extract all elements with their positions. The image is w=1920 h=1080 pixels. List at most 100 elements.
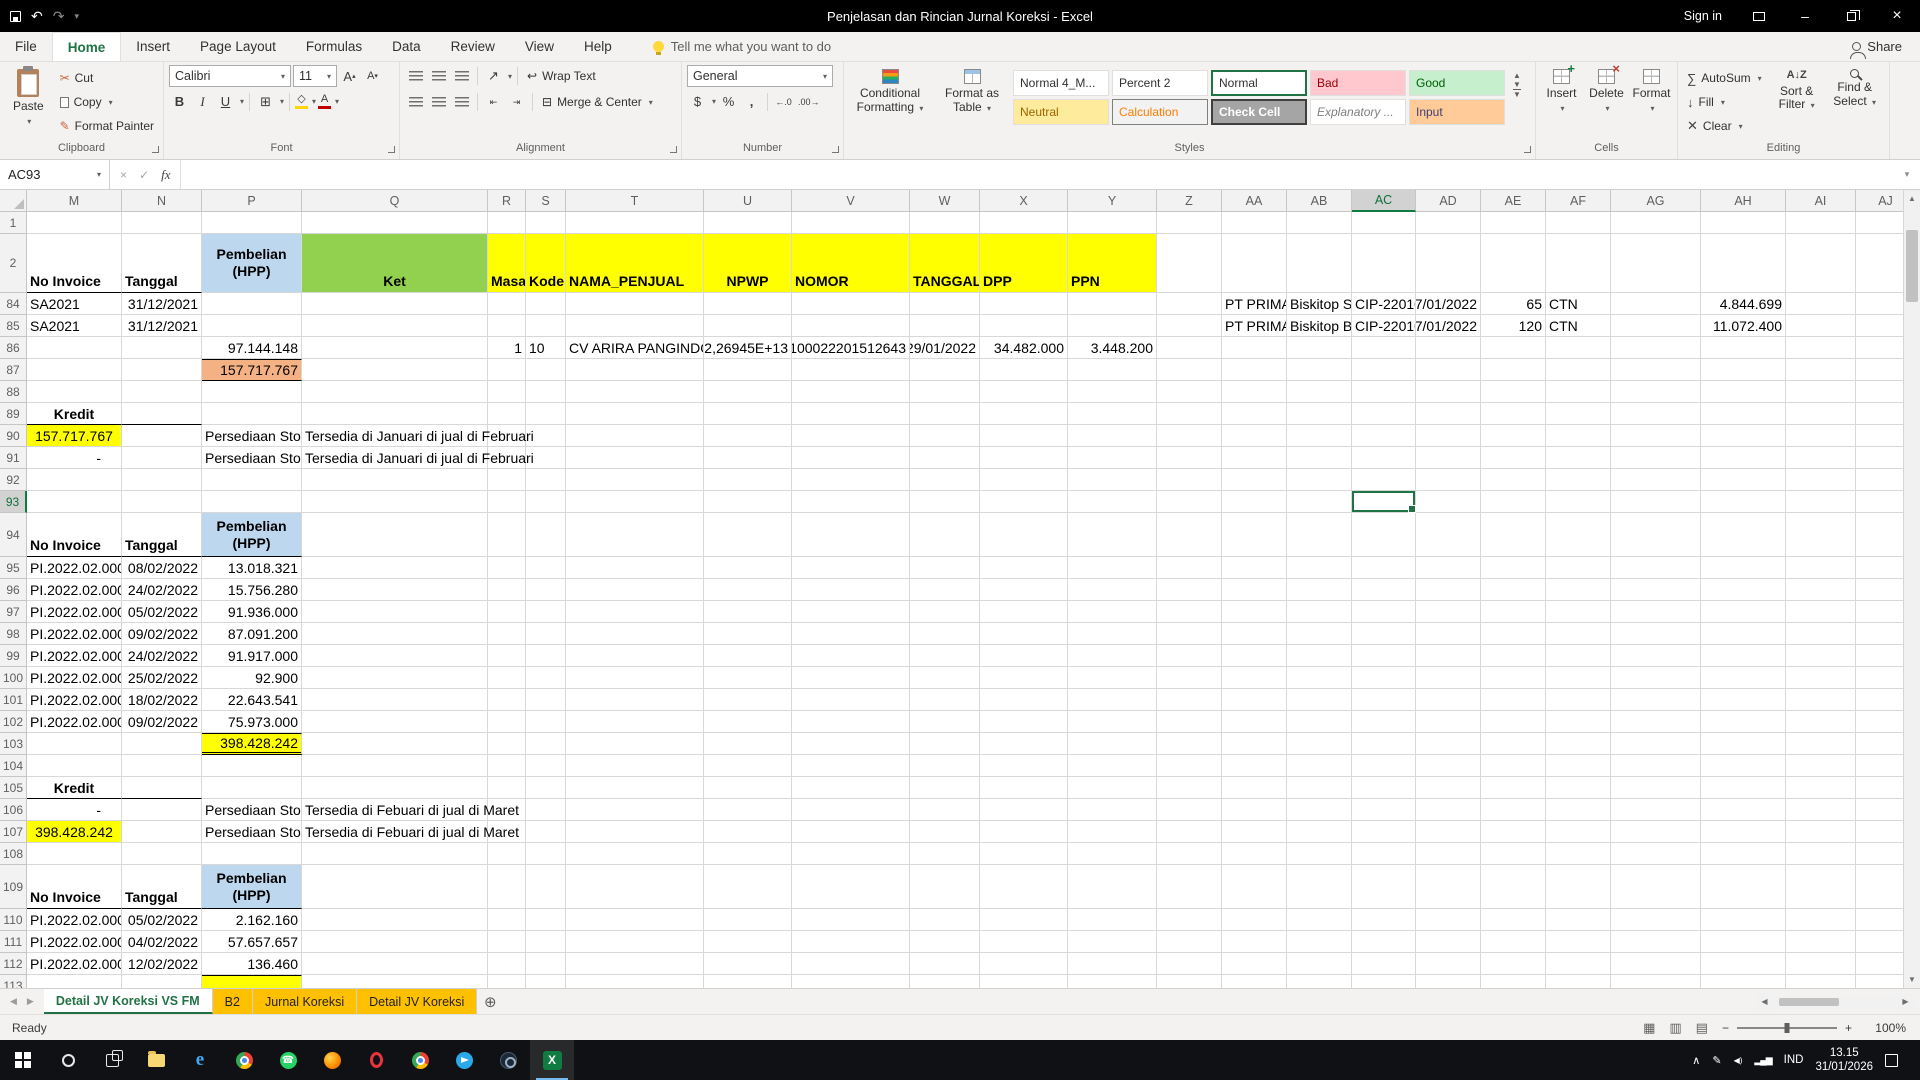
cell-AC105[interactable] (1352, 777, 1416, 799)
cell-AI96[interactable] (1786, 579, 1856, 601)
font-color-button[interactable]: A (318, 91, 331, 112)
cell-W84[interactable] (910, 293, 980, 315)
row-header-85[interactable]: 85 (0, 315, 27, 337)
row-header-98[interactable]: 98 (0, 623, 27, 645)
cell-AB85[interactable]: Biskitop Bu (1287, 315, 1352, 337)
cell-U86[interactable]: 2,26945E+13 (704, 337, 792, 359)
cell-X89[interactable] (980, 403, 1068, 425)
cell-R93[interactable] (488, 491, 526, 513)
cell-U101[interactable] (704, 689, 792, 711)
cell-S106[interactable] (526, 799, 566, 821)
horizontal-scrollbar-thumb[interactable] (1779, 998, 1839, 1006)
cell-AC103[interactable] (1352, 733, 1416, 755)
cell-AD110[interactable] (1416, 909, 1481, 931)
cell-AC106[interactable] (1352, 799, 1416, 821)
style-percent-2[interactable]: Percent 2 (1112, 70, 1208, 96)
cell-T85[interactable] (566, 315, 704, 337)
cell-P102[interactable]: 75.973.000 (202, 711, 302, 733)
cell-AJ105[interactable] (1856, 777, 1903, 799)
cell-AA87[interactable] (1222, 359, 1287, 381)
cell-N94[interactable]: Tanggal (122, 513, 202, 557)
cell-AG109[interactable] (1611, 865, 1701, 909)
cell-U94[interactable] (704, 513, 792, 557)
cell-S2[interactable]: Kode (526, 234, 566, 293)
cell-AF94[interactable] (1546, 513, 1611, 557)
cell-P90[interactable]: Persediaan Stok (202, 425, 302, 447)
cell-AB88[interactable] (1287, 381, 1352, 403)
cell-T95[interactable] (566, 557, 704, 579)
cell-AA99[interactable] (1222, 645, 1287, 667)
cell-AD94[interactable] (1416, 513, 1481, 557)
cell-N102[interactable]: 09/02/2022 (122, 711, 202, 733)
cell-U95[interactable] (704, 557, 792, 579)
expand-formula-bar-icon[interactable]: ▾ (1894, 160, 1920, 189)
zoom-slider-thumb[interactable] (1784, 1023, 1789, 1033)
decrease-indent-button[interactable]: ⇤ (483, 92, 504, 113)
cell-V85[interactable] (792, 315, 910, 337)
cell-Q107[interactable]: Tersedia di Febuari di jual di Maret (302, 821, 488, 843)
cell-V105[interactable] (792, 777, 910, 799)
row-header-96[interactable]: 96 (0, 579, 27, 601)
cell-Y102[interactable] (1068, 711, 1157, 733)
cell-M103[interactable] (27, 733, 122, 755)
column-header-AI[interactable]: AI (1786, 190, 1856, 212)
cell-W90[interactable] (910, 425, 980, 447)
cell-AE105[interactable] (1481, 777, 1546, 799)
orientation-button[interactable]: ↗ (483, 66, 504, 87)
number-format-select[interactable]: General▾ (687, 65, 833, 87)
cell-Q111[interactable] (302, 931, 488, 953)
cell-AA84[interactable]: PT PRIMA (1222, 293, 1287, 315)
cell-R94[interactable] (488, 513, 526, 557)
cell-AF113[interactable] (1546, 975, 1611, 988)
cell-AF1[interactable] (1546, 212, 1611, 234)
cell-Z105[interactable] (1157, 777, 1222, 799)
cell-Z109[interactable] (1157, 865, 1222, 909)
cell-AH89[interactable] (1701, 403, 1786, 425)
cell-N89[interactable] (122, 403, 202, 425)
cell-AC84[interactable]: CIP-22010 (1352, 293, 1416, 315)
cell-AC109[interactable] (1352, 865, 1416, 909)
row-header-88[interactable]: 88 (0, 381, 27, 403)
cell-AD108[interactable] (1416, 843, 1481, 865)
cell-S103[interactable] (526, 733, 566, 755)
cell-X84[interactable] (980, 293, 1068, 315)
row-header-110[interactable]: 110 (0, 909, 27, 931)
sheet-nav-right-icon[interactable]: ▶ (27, 996, 34, 1007)
cell-V93[interactable] (792, 491, 910, 513)
cell-T97[interactable] (566, 601, 704, 623)
cell-AB96[interactable] (1287, 579, 1352, 601)
cell-W1[interactable] (910, 212, 980, 234)
cell-Z106[interactable] (1157, 799, 1222, 821)
cell-M105[interactable]: Kredit (27, 777, 122, 799)
cell-N87[interactable] (122, 359, 202, 381)
cell-AI98[interactable] (1786, 623, 1856, 645)
vertical-scrollbar-thumb[interactable] (1906, 230, 1918, 302)
cell-N95[interactable]: 08/02/2022 (122, 557, 202, 579)
cell-AE86[interactable] (1481, 337, 1546, 359)
cell-AH113[interactable] (1701, 975, 1786, 988)
clear-button[interactable]: ✕Clear▾ (1683, 115, 1766, 137)
cell-AG110[interactable] (1611, 909, 1701, 931)
cell-AF110[interactable] (1546, 909, 1611, 931)
cell-AI103[interactable] (1786, 733, 1856, 755)
cell-Q86[interactable] (302, 337, 488, 359)
cell-AH111[interactable] (1701, 931, 1786, 953)
cell-AI104[interactable] (1786, 755, 1856, 777)
copy-button[interactable]: Copy▾ (56, 91, 158, 113)
cell-W94[interactable] (910, 513, 980, 557)
comma-style-button[interactable]: , (741, 91, 762, 112)
cell-Y104[interactable] (1068, 755, 1157, 777)
cell-U112[interactable] (704, 953, 792, 975)
cell-AJ1[interactable] (1856, 212, 1903, 234)
font-size-select[interactable]: 11▾ (293, 65, 337, 87)
cell-AD104[interactable] (1416, 755, 1481, 777)
cell-X112[interactable] (980, 953, 1068, 975)
cell-X108[interactable] (980, 843, 1068, 865)
cell-AG1[interactable] (1611, 212, 1701, 234)
cell-V97[interactable] (792, 601, 910, 623)
cell-Y85[interactable] (1068, 315, 1157, 337)
row-header-107[interactable]: 107 (0, 821, 27, 843)
cell-AI100[interactable] (1786, 667, 1856, 689)
scroll-up-icon[interactable]: ▲ (1904, 190, 1920, 207)
zoom-slider[interactable] (1737, 1027, 1837, 1029)
